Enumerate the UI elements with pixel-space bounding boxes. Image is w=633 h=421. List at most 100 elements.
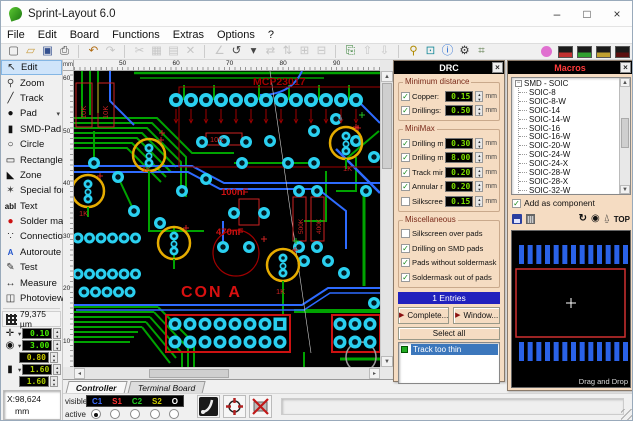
tool-rectangle[interactable]: ▭Rectangle▾ — [1, 152, 62, 167]
open-folder-icon[interactable]: ▱ — [22, 44, 39, 59]
checkbox[interactable] — [401, 197, 410, 206]
macro-item-soic-32-w[interactable]: SOIC-32-W — [519, 186, 630, 195]
scroll-left-icon[interactable]: ◂ — [74, 368, 85, 379]
info-icon[interactable]: ⓘ — [439, 44, 456, 59]
vscroll-thumb[interactable] — [382, 83, 392, 169]
rule-spinner[interactable]: ▴▾ — [475, 167, 483, 178]
macro-preview[interactable]: Drag and Drop — [511, 230, 631, 388]
active-layer-radio-c2[interactable] — [130, 409, 140, 419]
macro-item-soic-8[interactable]: SOIC-8 — [519, 88, 630, 97]
macro-item-soic-16-w[interactable]: SOIC-16-W — [519, 132, 630, 141]
collapse-icon[interactable]: − — [515, 80, 522, 87]
rule-value[interactable]: 0.15 — [445, 196, 473, 207]
pad-outer-spinner[interactable]: ▴▾ — [53, 340, 61, 351]
checkbox[interactable]: ✓ — [401, 258, 410, 267]
add-as-component-checkbox[interactable]: ✓ Add as component — [512, 198, 595, 208]
rule-spinner[interactable]: ▴▾ — [475, 152, 483, 163]
checkbox[interactable]: ✓ — [401, 244, 410, 253]
layer-toggle-c2[interactable]: C2 — [132, 397, 142, 406]
spin-down-icon[interactable]: ▾ — [476, 202, 482, 207]
drc-check-icon[interactable]: ⚙ — [456, 44, 473, 59]
spin-down-icon[interactable]: ▾ — [51, 358, 57, 363]
maximize-button[interactable]: □ — [572, 3, 602, 25]
track-width-value[interactable]: 0.10 — [22, 328, 52, 339]
tool-zoom[interactable]: ⚲Zoom — [1, 75, 62, 90]
vertical-scrollbar[interactable]: ▲ ▼ — [380, 71, 393, 367]
pcb-drawing[interactable]: MCP2301710K10K10K1K1K1K1K100nF470nF500K4… — [74, 71, 380, 367]
tool-circle[interactable]: ○Circle — [1, 137, 62, 152]
macro-item-soic-16[interactable]: SOIC-16 — [519, 124, 630, 133]
spin-down-icon[interactable]: ▾ — [54, 346, 60, 351]
solder-view-icon[interactable] — [615, 46, 630, 58]
dropdown-icon[interactable]: ▾ — [18, 366, 21, 374]
macros-panel-title[interactable]: Macros × — [508, 61, 632, 74]
layer-toggle-o[interactable]: O — [172, 397, 178, 406]
rule-value[interactable]: 0.30 — [445, 138, 473, 149]
rule-value[interactable]: 0.20 — [445, 181, 473, 192]
spin-down-icon[interactable]: ▾ — [476, 97, 482, 102]
crosshair-button[interactable] — [223, 395, 246, 418]
checkbox[interactable]: ✓ — [401, 168, 410, 177]
new-file-icon[interactable]: ▢ — [5, 44, 22, 59]
active-layer-radio-c1[interactable] — [91, 409, 101, 419]
smd-width-spinner[interactable]: ▴▾ — [53, 364, 61, 375]
resize-grip[interactable] — [621, 409, 633, 421]
menu-extras[interactable]: Extras — [173, 29, 204, 41]
macro-tree-root[interactable]: − SMD - SOIC — [515, 79, 630, 88]
rule-value[interactable]: 0.15 — [445, 91, 473, 102]
tool-connections[interactable]: ∵Connections — [1, 229, 62, 244]
select-area-icon[interactable]: ⊡ — [422, 44, 439, 59]
marker-icon[interactable] — [541, 46, 552, 57]
smd-width-icon[interactable]: ▮ — [3, 364, 17, 375]
layer-preview-2-icon[interactable] — [577, 46, 592, 58]
tree-scroll-up-icon[interactable]: ▲ — [620, 78, 630, 87]
mirror-macro-icon[interactable]: ◉ — [591, 214, 600, 224]
menu-functions[interactable]: Functions — [112, 29, 160, 41]
save-icon[interactable]: ▣ — [39, 44, 56, 59]
complete-check-button[interactable]: ▶ Complete... — [398, 307, 449, 324]
spin-down-icon[interactable]: ▾ — [51, 382, 57, 387]
checkbox[interactable]: ✓ — [401, 153, 410, 162]
tool-pad[interactable]: ●Pad▾ — [1, 106, 62, 121]
pad-outer-icon[interactable]: ◉ — [3, 340, 17, 351]
drc-panel-title[interactable]: DRC × — [394, 61, 504, 74]
tool-text[interactable]: ablText — [1, 199, 62, 214]
macro-item-soic-20-w[interactable]: SOIC-20-W — [519, 141, 630, 150]
spin-down-icon[interactable]: ▾ — [476, 158, 482, 163]
track-width-icon[interactable]: ✛ — [3, 328, 17, 339]
menu-options[interactable]: Options — [217, 29, 255, 41]
active-layer-radio-o[interactable] — [169, 409, 179, 419]
spin-down-icon[interactable]: ▾ — [476, 111, 482, 116]
import-board-icon[interactable]: ⎘ — [342, 44, 359, 59]
macro-item-soic-8-w[interactable]: SOIC-8-W — [519, 97, 630, 106]
rule-value[interactable]: 8.00 — [445, 152, 473, 163]
spin-down-icon[interactable]: ▾ — [476, 187, 482, 192]
rule-spinner[interactable]: ▴▾ — [475, 138, 483, 149]
save-macro-icon[interactable] — [512, 214, 522, 224]
layer-toggle-c1[interactable]: C1 — [92, 397, 102, 406]
pad-drill-value[interactable]: 0.80 — [19, 352, 49, 363]
tool-track[interactable]: ╱Track — [1, 91, 62, 106]
rule-spinner[interactable]: ▴▾ — [475, 105, 483, 116]
menu-file[interactable]: File — [7, 29, 25, 41]
checkbox[interactable]: ✓ — [401, 106, 410, 115]
checkbox[interactable]: ✓ — [401, 182, 410, 191]
hscroll-thumb[interactable] — [149, 369, 229, 378]
rule-spinner[interactable]: ▴▾ — [475, 196, 483, 207]
rule-value[interactable]: 0.20 — [445, 167, 473, 178]
macro-item-soic-24-x[interactable]: SOIC-24-X — [519, 159, 630, 168]
checkbox[interactable]: ✓ — [401, 273, 410, 282]
spin-down-icon[interactable]: ▾ — [476, 173, 482, 178]
smd-width-value[interactable]: 1.60 — [22, 364, 52, 375]
spin-down-icon[interactable]: ▾ — [54, 370, 60, 375]
active-layer-radio-s2[interactable] — [150, 409, 160, 419]
tool-smd-pad[interactable]: ▮SMD-Pad — [1, 122, 62, 137]
track-mode-button[interactable] — [197, 395, 220, 418]
select-all-button[interactable]: Select all — [398, 327, 500, 340]
macro-item-soic-14[interactable]: SOIC-14 — [519, 106, 630, 115]
tool-measure[interactable]: ↔Measure — [1, 275, 62, 290]
tool-special-form[interactable]: ✶Special form — [1, 183, 62, 198]
drc-close-icon[interactable]: × — [492, 62, 503, 73]
macro-item-soic-28-x[interactable]: SOIC-28-X — [519, 177, 630, 186]
tool-autoroute[interactable]: AAutoroute — [1, 245, 62, 260]
